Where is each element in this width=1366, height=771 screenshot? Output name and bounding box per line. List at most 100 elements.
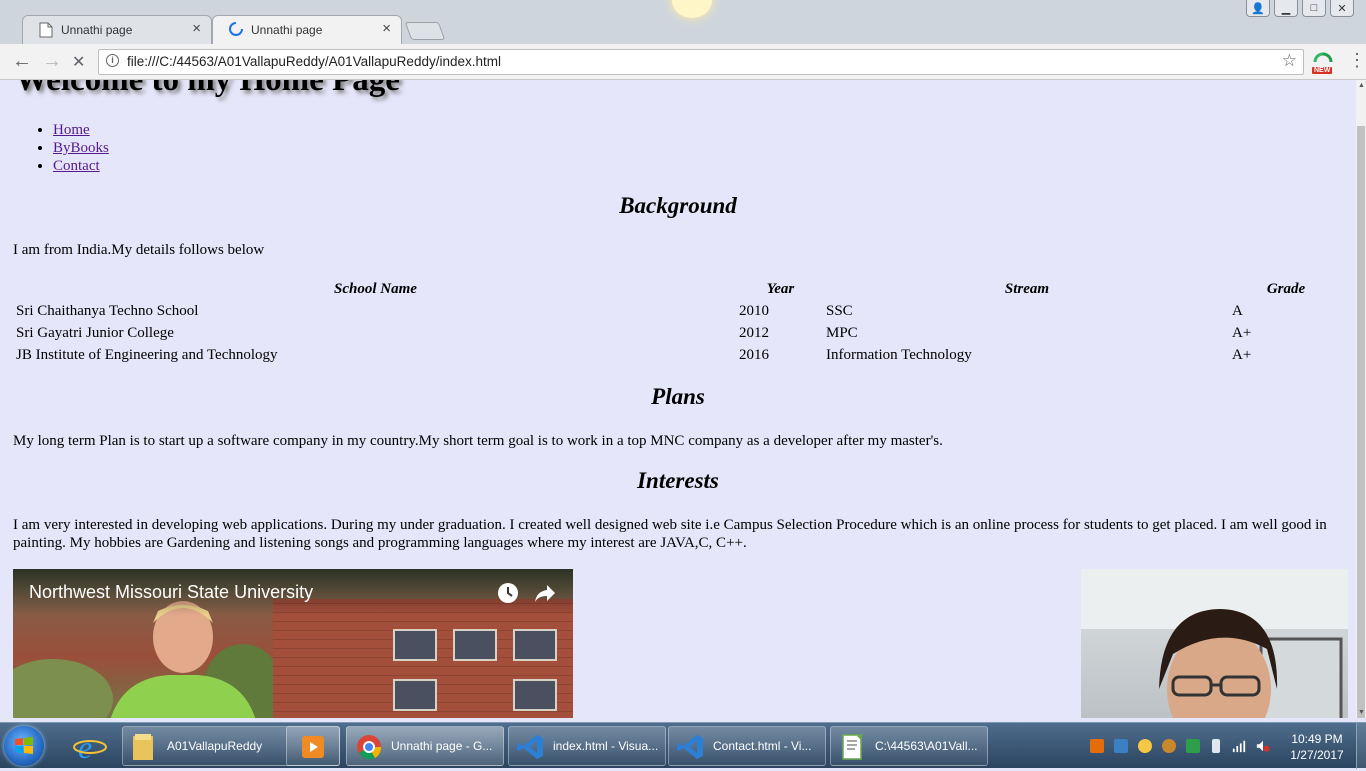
table-row: Sri Chaithanya Techno School 2010 SSC A <box>15 301 1341 321</box>
clock-date: 1/27/2017 <box>1290 748 1344 762</box>
bookmark-star-icon[interactable]: ☆ <box>1282 51 1297 71</box>
media-player-icon <box>300 732 326 765</box>
tab-title: Unnathi page <box>61 23 133 37</box>
tray-weather-icon[interactable] <box>1138 739 1152 753</box>
tab-unnathi-page-1[interactable]: Unnathi page × <box>22 15 212 44</box>
chrome-icon <box>355 732 383 765</box>
scrollbar-thumb[interactable] <box>1357 126 1365 718</box>
svg-text:e: e <box>78 729 92 765</box>
column-header-school: School Name <box>334 280 417 297</box>
plans-heading: Plans <box>651 384 705 409</box>
column-header-stream: Stream <box>1004 280 1050 297</box>
maximize-icon[interactable]: □ <box>1302 0 1326 17</box>
scroll-down-arrow-icon[interactable]: ▼ <box>1358 709 1365 716</box>
tab-title: Unnathi page <box>251 23 323 37</box>
profile-photo-image <box>1081 569 1348 718</box>
minimize-icon[interactable]: ▁ <box>1274 0 1298 17</box>
page-scrollbar[interactable]: ▲ ▼ <box>1356 80 1366 718</box>
watch-later-icon[interactable] <box>497 582 519 604</box>
page-title: Welcome to my Home Page <box>15 80 400 98</box>
interests-heading: Interests <box>637 468 719 493</box>
cell-grade: A+ <box>1232 324 1252 341</box>
loading-spinner-icon <box>229 22 243 39</box>
extension-new-badge: NEW <box>1312 67 1333 74</box>
url-text[interactable]: file:///C:/44563/A01VallapuReddy/A01Vall… <box>127 54 501 69</box>
system-clock[interactable]: 10:49 PM 1/27/2017 <box>1282 731 1352 763</box>
chrome-menu-icon[interactable]: ⋮ <box>1348 50 1366 71</box>
tab-close-icon[interactable]: × <box>382 20 391 37</box>
system-tray <box>1086 723 1276 769</box>
cell-grade: A <box>1232 302 1243 319</box>
table-row: Sri Gayatri Junior College 2012 MPC A+ <box>15 323 1341 343</box>
tab-strip: Unnathi page × Unnathi page × 👤 ▁ □ ✕ <box>0 0 1366 44</box>
tray-app-icon[interactable] <box>1090 739 1104 753</box>
taskbar-label: Contact.html - Vi... <box>713 739 812 753</box>
taskbar-item-media-player[interactable] <box>286 726 340 766</box>
volume-muted-icon[interactable] <box>1256 739 1270 753</box>
page-favicon-icon <box>39 22 53 41</box>
address-bar[interactable]: i file:///C:/44563/A01VallapuReddy/A01Va… <box>98 49 1304 75</box>
cell-year: 2012 <box>739 324 769 341</box>
cell-year: 2016 <box>739 346 769 363</box>
cell-stream: MPC <box>826 324 858 341</box>
wifi-signal-icon[interactable] <box>1232 739 1246 753</box>
scroll-up-arrow-icon[interactable]: ▲ <box>1358 82 1365 89</box>
back-icon[interactable]: ← <box>12 50 32 73</box>
sun-glow-decoration <box>672 0 712 18</box>
browser-toolbar: ← → ✕ i file:///C:/44563/A01VallapuReddy… <box>0 44 1366 80</box>
taskbar-label: index.html - Visua... <box>553 739 659 753</box>
video-window-decor <box>513 629 557 661</box>
background-text: I am from India.My details follows below <box>13 242 265 258</box>
nav-item-home: Home <box>53 121 109 139</box>
taskbar-item-notepadpp[interactable]: C:\44563\A01Vall... <box>830 726 988 766</box>
nav-link-home[interactable]: Home <box>53 122 90 138</box>
cell-school: Sri Chaithanya Techno School <box>16 302 199 319</box>
nav-link-contact[interactable]: Contact <box>53 158 100 174</box>
internet-explorer-icon[interactable]: e <box>64 726 116 766</box>
column-header-year: Year <box>766 280 795 297</box>
close-window-icon[interactable]: ✕ <box>1330 0 1354 17</box>
share-icon[interactable] <box>533 582 557 604</box>
visual-studio-icon <box>677 732 705 765</box>
notepad-plus-plus-icon <box>839 732 867 765</box>
profile-photo <box>1081 569 1348 718</box>
nav-item-bybooks: ByBooks <box>53 139 109 157</box>
page-viewport: Welcome to my Home Page Home ByBooks Con… <box>0 80 1356 718</box>
video-window-decor <box>513 679 557 711</box>
battery-icon[interactable] <box>1212 739 1220 753</box>
video-window-decor <box>393 629 437 661</box>
taskbar-item-vscode-index[interactable]: index.html - Visua... <box>508 726 666 766</box>
cell-year: 2010 <box>739 302 769 319</box>
tray-network-share-icon[interactable] <box>1114 739 1128 753</box>
table-header-row: School Name Year Stream Grade <box>15 279 1341 299</box>
background-heading: Background <box>619 193 737 218</box>
tab-close-icon[interactable]: × <box>192 20 201 37</box>
start-button[interactable] <box>4 726 44 766</box>
show-desktop-button[interactable] <box>1356 723 1366 769</box>
tab-unnathi-page-2[interactable]: Unnathi page × <box>212 15 402 44</box>
taskbar-item-chrome[interactable]: Unnathi page - G... <box>346 726 504 766</box>
video-window-decor <box>453 629 497 661</box>
visual-studio-icon <box>517 732 545 765</box>
clock-time: 10:49 PM <box>1291 732 1343 746</box>
embedded-video[interactable]: Northwest Missouri State University <box>13 569 573 718</box>
cell-school: Sri Gayatri Junior College <box>16 324 174 341</box>
new-tab-button[interactable] <box>404 22 446 40</box>
video-title[interactable]: Northwest Missouri State University <box>29 582 313 603</box>
tray-security-icon[interactable] <box>1186 739 1200 753</box>
cell-school: JB Institute of Engineering and Technolo… <box>16 346 278 363</box>
nav-menu: Home ByBooks Contact <box>13 121 109 175</box>
plans-text: My long term Plan is to start up a softw… <box>13 433 943 449</box>
video-window-decor <box>393 679 437 711</box>
page-info-icon[interactable]: i <box>106 54 119 67</box>
folder-icon <box>131 732 157 765</box>
stop-loading-icon[interactable]: ✕ <box>72 52 85 72</box>
cell-stream: SSC <box>826 302 853 319</box>
tray-cloud-icon[interactable] <box>1162 739 1176 753</box>
profile-icon[interactable]: 👤 <box>1246 0 1270 17</box>
forward-icon[interactable]: → <box>42 50 62 73</box>
nav-link-bybooks[interactable]: ByBooks <box>53 140 109 156</box>
windows-taskbar: e A01VallapuReddy Unnathi page - G... in… <box>0 722 1366 769</box>
education-table: School Name Year Stream Grade Sri Chaith… <box>13 277 1343 367</box>
taskbar-item-vscode-contact[interactable]: Contact.html - Vi... <box>668 726 826 766</box>
